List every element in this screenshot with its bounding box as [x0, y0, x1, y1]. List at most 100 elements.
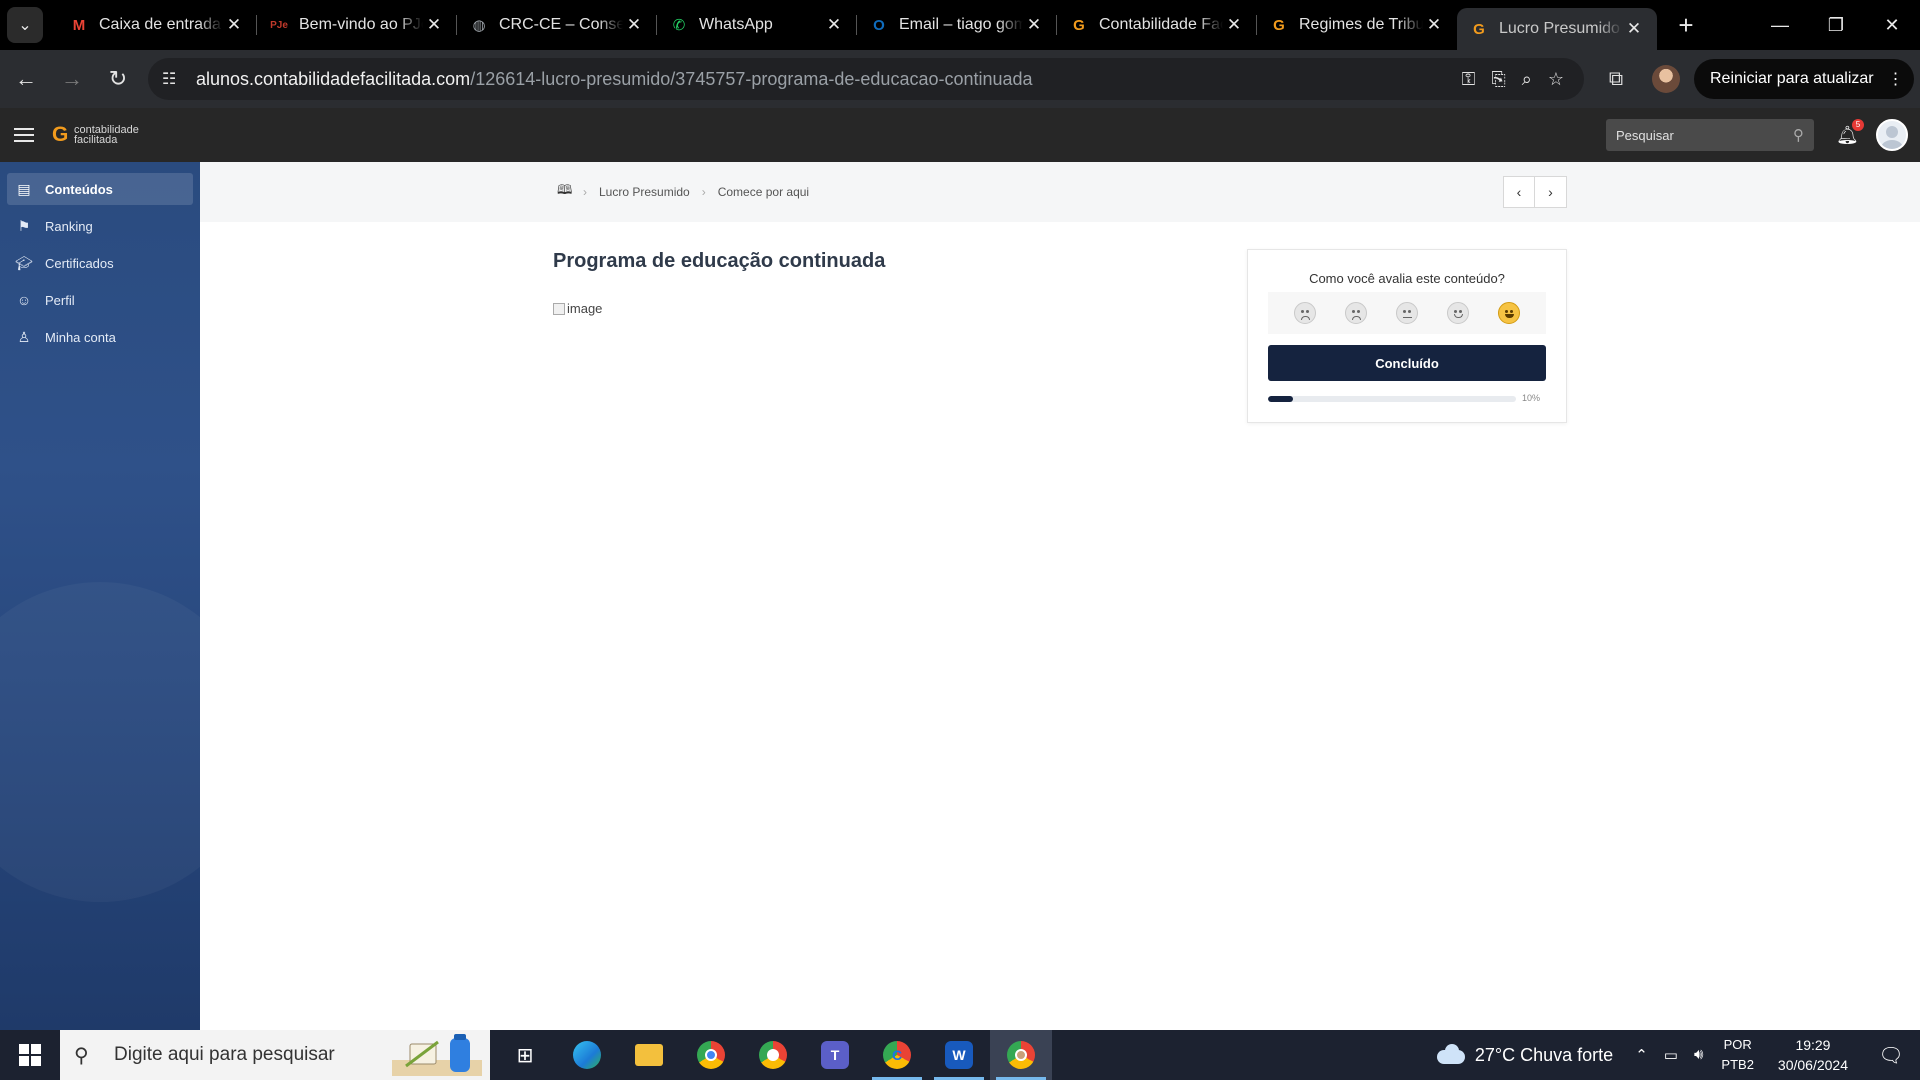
taskbar-search[interactable]: ⚲ Digite aqui para pesquisar — [60, 1030, 490, 1080]
meet-now-icon[interactable]: ▭ — [1664, 1046, 1678, 1064]
chevron-left-icon: ‹ — [1516, 184, 1522, 200]
restore-icon[interactable]: ❐ — [1808, 0, 1864, 50]
browser-tab[interactable]: O Email – tiago gomes✕ — [857, 0, 1057, 50]
browser-tab[interactable]: PJe Bem-vindo ao PJe ✕ — [257, 0, 457, 50]
outlook-icon: O — [873, 16, 885, 34]
tab-title: Lucro Presumido — [1499, 20, 1620, 37]
user-avatar[interactable] — [1876, 119, 1908, 151]
browser-tab-strip: ⌄ M Caixa de entrada ✕ PJe Bem-vindo ao PJe ✕… — [0, 0, 1920, 50]
address-bar[interactable]: ☷ alunos.contabilidadefacilitada.com/126… — [148, 58, 1584, 100]
tab-search-button[interactable]: ⌄ — [7, 7, 43, 43]
previous-lesson-button[interactable]: ‹ — [1503, 176, 1535, 208]
logo[interactable]: G contabilidade facilitada — [52, 124, 139, 146]
task-view-button[interactable]: ⊞ — [494, 1030, 556, 1080]
next-lesson-button[interactable]: › — [1535, 176, 1567, 208]
sidebar-item-label: Conteúdos — [45, 181, 113, 197]
gmail-icon: M — [72, 16, 86, 34]
taskbar-teams[interactable]: T — [804, 1030, 866, 1080]
taskbar-word[interactable]: W — [928, 1030, 990, 1080]
forward-button[interactable]: → — [52, 59, 92, 99]
chrome-c-icon: C — [883, 1041, 911, 1069]
taskbar-edge[interactable] — [556, 1030, 618, 1080]
language-indicator[interactable]: POR PTB2 — [1721, 1035, 1754, 1075]
start-button[interactable] — [0, 1030, 60, 1080]
sidebar-item-perfil[interactable]: ☺ Perfil — [7, 284, 193, 316]
taskbar-chrome-c[interactable]: C — [866, 1030, 928, 1080]
logo-line2: facilitada — [74, 134, 118, 146]
site-info-icon[interactable]: ☷ — [162, 69, 186, 89]
close-tab-icon[interactable]: ✕ — [423, 15, 445, 35]
hamburger-menu-icon[interactable] — [14, 128, 34, 142]
minimize-icon[interactable]: — — [1752, 0, 1808, 50]
broken-image-icon — [553, 302, 565, 315]
tab-list: M Caixa de entrada ✕ PJe Bem-vindo ao PJe ✕ ◍ C… — [57, 0, 1657, 50]
sidebar-item-conte-dos[interactable]: ▤ Conteúdos — [7, 173, 193, 205]
profile-avatar[interactable] — [1652, 65, 1680, 93]
taskbar-chrome-active[interactable] — [990, 1030, 1052, 1080]
sidebar-item-minha-conta[interactable]: ♙ Minha conta — [7, 321, 193, 353]
sidebar-item-certificados[interactable]: 🎓︎ Certificados — [7, 247, 193, 279]
close-tab-icon[interactable]: ✕ — [1223, 15, 1245, 35]
close-tab-icon[interactable]: ✕ — [1023, 15, 1045, 35]
weather-widget[interactable]: 27°C Chuva forte — [1435, 1044, 1613, 1066]
progress-fill — [1268, 396, 1293, 402]
close-tab-icon[interactable]: ✕ — [623, 15, 645, 35]
sidebar-item-label: Perfil — [45, 292, 75, 308]
chevron-up-icon[interactable]: ⌃ — [1635, 1046, 1648, 1064]
close-tab-icon[interactable]: ✕ — [223, 15, 245, 35]
restart-to-update-button[interactable]: Reiniciar para atualizar ⋮ — [1694, 59, 1914, 99]
app-header: G contabilidade facilitada ⚲ 🔔︎5 — [0, 108, 1920, 162]
search-box: ⚲ — [1606, 119, 1814, 151]
taskbar-chrome[interactable] — [680, 1030, 742, 1080]
bookmark-star-icon[interactable]: ☆ — [1548, 69, 1564, 90]
search-input[interactable] — [1616, 127, 1793, 143]
angry-face-icon[interactable] — [1294, 302, 1317, 324]
browser-tab[interactable]: G Lucro Presumido ✕ — [1457, 8, 1657, 50]
task-view-icon: ⊞ — [516, 1044, 534, 1067]
back-button[interactable]: ← — [6, 59, 46, 99]
teams-icon: T — [821, 1041, 849, 1069]
sad-face-icon[interactable] — [1345, 302, 1368, 324]
browser-tab[interactable]: G Regimes de Tributação✕ — [1257, 0, 1457, 50]
system-tray: 27°C Chuva forte ⌃ ▭ 🔊︎ POR PTB2 19:29 3… — [1435, 1030, 1920, 1080]
breadcrumb-item-comece-por-aqui[interactable]: Comece por aqui — [718, 185, 809, 199]
clock[interactable]: 19:29 30/06/2024 — [1778, 1035, 1848, 1075]
new-tab-button[interactable]: + — [1671, 10, 1701, 41]
password-key-icon[interactable]: ⚿ — [1462, 69, 1476, 90]
sidebar-item-ranking[interactable]: ⚑ Ranking — [7, 210, 193, 242]
close-tab-icon[interactable]: ✕ — [823, 15, 845, 35]
browser-tab[interactable]: ◍ CRC-CE – Conselho✕ — [457, 0, 657, 50]
language-code: POR — [1723, 1037, 1752, 1052]
taskbar-file-explorer[interactable] — [618, 1030, 680, 1080]
happy-face-icon[interactable] — [1497, 302, 1520, 324]
slight-smile-icon[interactable] — [1446, 302, 1469, 324]
browser-tab[interactable]: M Caixa de entrada ✕ — [57, 0, 257, 50]
tab-title: Bem-vindo ao PJe — [299, 16, 423, 33]
taskbar-chrome-profile[interactable] — [742, 1030, 804, 1080]
extensions-icon[interactable]: ⧉ — [1600, 68, 1632, 91]
notifications-bell-icon[interactable]: 🔔︎ 5 — [1836, 118, 1864, 146]
emoji-rating-row — [1268, 292, 1546, 334]
image-alt-text: image — [567, 301, 603, 316]
rating-card: Como você avalia este conteúdo? Concluíd… — [1247, 249, 1567, 423]
home-book-icon[interactable]: 🕮 — [557, 181, 572, 203]
browser-tab[interactable]: ✆ WhatsApp ✕ — [657, 0, 857, 50]
neutral-face-icon[interactable] — [1395, 302, 1418, 324]
taskbar-apps: ⊞ T C W — [494, 1030, 1052, 1080]
more-menu-icon[interactable]: ⋮ — [1888, 69, 1904, 89]
breadcrumb-item-lucro-presumido[interactable]: Lucro Presumido — [599, 185, 690, 199]
search-icon[interactable]: ⚲ — [1793, 126, 1804, 144]
zoom-icon[interactable]: ⌕ — [1522, 69, 1532, 90]
install-app-icon[interactable]: ⎘ — [1491, 69, 1505, 90]
browser-tab[interactable]: G Contabilidade Facilitada✕ — [1057, 0, 1257, 50]
lesson-pager: ‹ › — [1503, 176, 1567, 208]
url-text[interactable]: alunos.contabilidadefacilitada.com/12661… — [196, 69, 1033, 90]
close-tab-icon[interactable]: ✕ — [1423, 15, 1445, 35]
notification-center-icon[interactable]: 🗨︎ — [1876, 1043, 1906, 1068]
close-tab-icon[interactable]: ✕ — [1623, 19, 1645, 39]
browser-toolbar: ← → ↻ ☷ alunos.contabilidadefacilitada.c… — [0, 50, 1920, 108]
close-window-icon[interactable]: ✕ — [1864, 0, 1920, 50]
speaker-icon[interactable]: 🔊︎ — [1694, 1046, 1703, 1064]
reload-button[interactable]: ↻ — [98, 59, 138, 99]
done-button[interactable]: Concluído — [1268, 345, 1546, 381]
